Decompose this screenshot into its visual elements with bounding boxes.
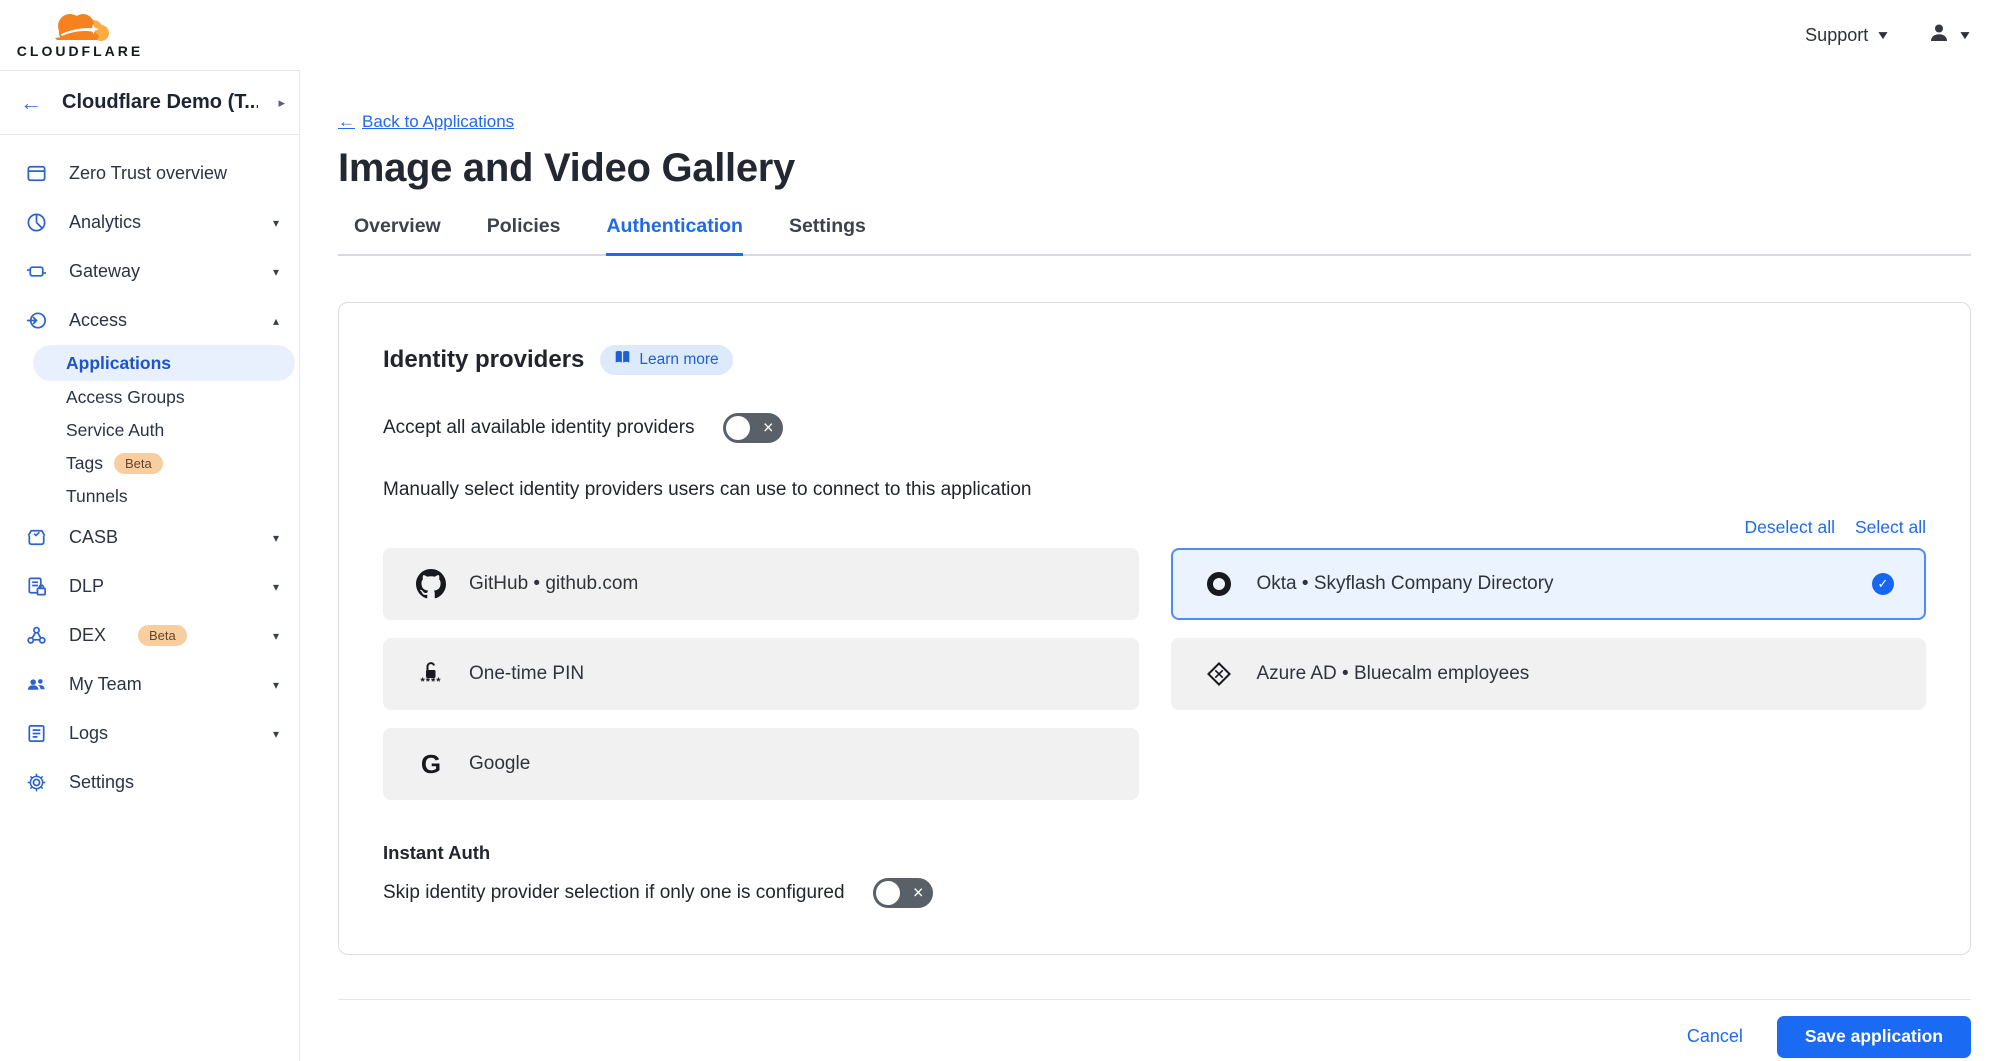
account-switcher[interactable]: ← Cloudflare Demo (T... ▸: [0, 71, 299, 135]
manual-select-text: Manually select identity providers users…: [383, 479, 1926, 501]
casb-box-check-icon: [24, 526, 48, 550]
support-menu[interactable]: Support ▼: [1805, 25, 1889, 46]
tab-policies[interactable]: Policies: [487, 215, 561, 256]
sidebar-item-dex[interactable]: DEX Beta ▾: [0, 611, 299, 660]
page: CLOUDFLARE Support ▼ ▼ ← C: [0, 0, 1999, 1061]
chevron-down-icon: ▾: [273, 727, 279, 741]
cloudflare-logo[interactable]: CLOUDFLARE: [16, 12, 144, 59]
chevron-down-icon: ▾: [273, 678, 279, 692]
analytics-pie-icon: [24, 211, 48, 235]
chevron-down-icon: ▾: [273, 216, 279, 230]
provider-tile-okta[interactable]: Okta • Skyflash Company Directory ✓: [1171, 548, 1927, 620]
okta-icon: [1203, 569, 1235, 599]
sidebar: ← Cloudflare Demo (T... ▸ Zero Trust ove…: [0, 70, 300, 1061]
dlp-document-lock-icon: [24, 575, 48, 599]
chevron-right-icon: ▸: [278, 95, 285, 111]
footer-divider: [338, 999, 1971, 1000]
learn-more-link[interactable]: Learn more: [600, 345, 732, 375]
provider-tile-google[interactable]: G Google: [383, 728, 1139, 800]
sidebar-item-logs[interactable]: Logs ▾: [0, 709, 299, 758]
back-arrow-icon: ←: [20, 92, 42, 114]
chevron-up-icon: ▴: [273, 314, 279, 328]
providers-grid: GitHub • github.com Okta • Skyflash Comp…: [383, 548, 1926, 800]
accept-all-toggle-label: Accept all available identity providers: [383, 417, 695, 439]
save-application-button[interactable]: Save application: [1777, 1016, 1971, 1058]
chevron-down-icon: ▾: [273, 580, 279, 594]
toggle-off-x-icon: ×: [763, 418, 774, 436]
toggle-knob: [876, 881, 900, 905]
book-icon: [614, 350, 631, 370]
footer-actions: Cancel Save application: [338, 1016, 1971, 1058]
instant-auth-heading: Instant Auth: [383, 842, 1926, 864]
account-name: Cloudflare Demo (T...: [62, 91, 258, 114]
sidebar-item-settings[interactable]: Settings: [0, 758, 299, 807]
tab-authentication[interactable]: Authentication: [606, 215, 743, 256]
chevron-down-icon: ▼: [1875, 28, 1890, 42]
sidebar-nav: Zero Trust overview Analytics ▾: [0, 135, 299, 807]
provider-tile-one-time-pin[interactable]: **** One-time PIN: [383, 638, 1139, 710]
chevron-down-icon: ▼: [1957, 28, 1972, 42]
cloudflare-logo-text: CLOUDFLARE: [17, 43, 143, 59]
sidebar-item-applications[interactable]: Applications: [33, 345, 295, 381]
select-all-link[interactable]: Select all: [1855, 517, 1926, 538]
github-icon: [415, 569, 447, 599]
chevron-down-icon: ▾: [273, 629, 279, 643]
overview-window-icon: [24, 162, 48, 186]
chevron-down-icon: ▾: [273, 531, 279, 545]
sidebar-item-analytics[interactable]: Analytics ▾: [0, 198, 299, 247]
back-to-applications-link[interactable]: ← Back to Applications: [338, 112, 514, 132]
instant-auth-toggle-label: Skip identity provider selection if only…: [383, 882, 845, 904]
deselect-all-link[interactable]: Deselect all: [1745, 517, 1835, 538]
main-content: ← Back to Applications Image and Video G…: [300, 70, 1999, 1061]
provider-tile-azure-ad[interactable]: Azure AD • Bluecalm employees: [1171, 638, 1927, 710]
instant-auth-toggle[interactable]: ×: [873, 878, 933, 908]
logs-document-icon: [24, 722, 48, 746]
selected-check-icon: ✓: [1872, 573, 1894, 595]
sidebar-item-access-groups[interactable]: Access Groups: [33, 381, 299, 414]
beta-badge: Beta: [138, 625, 187, 646]
one-time-pin-lock-icon: ****: [415, 661, 447, 686]
user-menu[interactable]: ▼: [1927, 21, 1971, 50]
card-heading: Identity providers: [383, 346, 584, 374]
tab-settings[interactable]: Settings: [789, 215, 866, 256]
access-login-icon: [24, 309, 48, 333]
toggle-off-x-icon: ×: [913, 883, 924, 901]
toggle-knob: [726, 416, 750, 440]
sidebar-item-casb[interactable]: CASB ▾: [0, 513, 299, 562]
sidebar-item-tunnels[interactable]: Tunnels: [33, 480, 299, 513]
gear-icon: [24, 771, 48, 795]
provider-tile-github[interactable]: GitHub • github.com: [383, 548, 1139, 620]
chevron-down-icon: ▾: [273, 265, 279, 279]
sidebar-item-access[interactable]: Access ▴: [0, 296, 299, 345]
tab-bar: Overview Policies Authentication Setting…: [338, 215, 1971, 256]
tab-overview[interactable]: Overview: [354, 215, 441, 256]
dex-nodes-icon: [24, 624, 48, 648]
top-bar: CLOUDFLARE Support ▼ ▼: [0, 0, 1999, 70]
back-arrow-icon: ←: [338, 112, 355, 132]
sidebar-item-service-auth[interactable]: Service Auth: [33, 414, 299, 447]
topbar-right: Support ▼ ▼: [1805, 21, 1971, 50]
cloudflare-cloud-icon: [49, 12, 111, 42]
sidebar-item-dlp[interactable]: DLP ▾: [0, 562, 299, 611]
identity-providers-card: Identity providers Learn more Accept all…: [338, 302, 1971, 955]
azure-ad-icon: [1203, 660, 1235, 688]
user-avatar-icon: [1927, 21, 1951, 50]
cancel-button[interactable]: Cancel: [1687, 1026, 1743, 1047]
sidebar-item-my-team[interactable]: My Team ▾: [0, 660, 299, 709]
otp-stars: ****: [420, 680, 441, 686]
gateway-icon: [24, 260, 48, 284]
sidebar-item-tags[interactable]: Tags Beta: [33, 447, 299, 480]
sidebar-item-zero-trust-overview[interactable]: Zero Trust overview: [0, 149, 299, 198]
beta-badge: Beta: [114, 453, 163, 474]
support-label: Support: [1805, 25, 1868, 46]
team-people-icon: [24, 673, 48, 697]
page-title: Image and Video Gallery: [338, 146, 1971, 191]
sidebar-item-gateway[interactable]: Gateway ▾: [0, 247, 299, 296]
accept-all-toggle[interactable]: ×: [723, 413, 783, 443]
google-g-icon: G: [415, 751, 447, 777]
